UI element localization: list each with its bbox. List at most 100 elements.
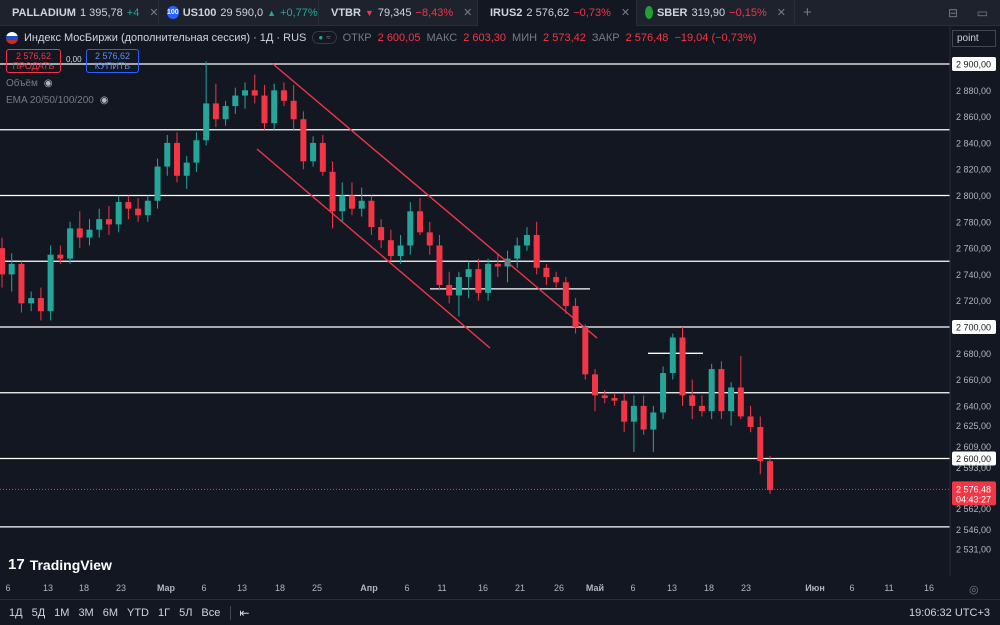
candle-body bbox=[533, 234, 540, 268]
tab-irus2[interactable]: IRUS2 2 576,62 −0,73% ✕ bbox=[478, 0, 637, 26]
candle-body bbox=[154, 166, 161, 201]
candle-body bbox=[135, 208, 142, 216]
close-icon[interactable]: ✕ bbox=[777, 6, 786, 19]
close-icon[interactable]: ✕ bbox=[463, 6, 472, 19]
candle-body bbox=[0, 248, 5, 275]
candle-body bbox=[407, 211, 414, 246]
candle-body bbox=[426, 232, 433, 246]
time-tick-label: 21 bbox=[515, 583, 525, 593]
settings-icon[interactable]: ◎ bbox=[969, 583, 979, 596]
close-icon[interactable]: ✕ bbox=[149, 6, 158, 19]
candle-body bbox=[96, 219, 103, 230]
tab-us100[interactable]: 100 US100 29 590,0 ▲ +0,77% ✕ bbox=[159, 0, 319, 26]
tab-change: −0,73% bbox=[573, 6, 611, 19]
range-1d[interactable]: 1Д bbox=[9, 607, 23, 619]
tab-sber[interactable]: SBER 319,90 −0,15% ✕ bbox=[637, 0, 795, 26]
range-all[interactable]: Все bbox=[201, 607, 220, 619]
tab-symbol: IRUS2 bbox=[490, 6, 523, 19]
candle-body bbox=[86, 229, 93, 238]
candle-body bbox=[378, 227, 385, 241]
candle-body bbox=[319, 142, 326, 172]
candle-body bbox=[57, 254, 64, 259]
range-3m[interactable]: 3М bbox=[78, 607, 93, 619]
layout-icon[interactable]: ⊟ bbox=[948, 6, 958, 20]
time-tick-label: 13 bbox=[667, 583, 677, 593]
candle-body bbox=[125, 202, 132, 209]
range-5y[interactable]: 5Л bbox=[179, 607, 192, 619]
range-6m[interactable]: 6М bbox=[103, 607, 118, 619]
close-icon[interactable]: ✕ bbox=[621, 6, 630, 19]
tab-vtbr[interactable]: VTBR ▼ 79,345 −8,43% ✕ bbox=[319, 0, 478, 26]
tab-symbol: SBER bbox=[656, 6, 688, 19]
time-tick-label: 6 bbox=[404, 583, 409, 593]
range-1m[interactable]: 1М bbox=[54, 607, 69, 619]
candle-body bbox=[348, 195, 355, 209]
time-tick-label: 11 bbox=[884, 583, 893, 593]
candle-body bbox=[261, 95, 268, 124]
time-tick-label: Апр bbox=[360, 583, 378, 593]
price-tick-label: 2 660,00 bbox=[956, 375, 991, 385]
ema-indicator[interactable]: EMA 20/50/100/200 ◉ bbox=[6, 95, 109, 106]
tab-change: −0,15% bbox=[729, 6, 767, 19]
tab-symbol: PALLADIUM bbox=[12, 6, 76, 19]
change-value: −19,04 (−0,73%) bbox=[674, 31, 757, 44]
price-tick-label: 2 546,00 bbox=[956, 525, 991, 535]
sell-label: ПРОДАТЬ bbox=[12, 61, 55, 71]
candle-body bbox=[37, 298, 44, 312]
sell-button[interactable]: 2 576,62 ПРОДАТЬ bbox=[6, 49, 61, 73]
range-ytd[interactable]: YTD bbox=[127, 607, 149, 619]
candle-body bbox=[485, 263, 492, 293]
session-status-icon[interactable]: ● ≈ bbox=[312, 31, 337, 44]
ema-label: EMA 20/50/100/200 bbox=[6, 95, 94, 106]
price-tick-label: 2 820,00 bbox=[956, 165, 991, 175]
calendar-icon[interactable]: ⇤ bbox=[239, 606, 249, 620]
candle-body bbox=[47, 254, 54, 312]
chart-title[interactable]: Индекс МосБиржи (дополнительная сессия) … bbox=[24, 32, 306, 44]
candle-body bbox=[212, 103, 219, 120]
add-tab-icon[interactable]: + bbox=[803, 4, 812, 21]
price-tick-label: 2 640,00 bbox=[956, 401, 991, 411]
price-tick-label: 2 593,00 bbox=[956, 463, 991, 473]
arrow-up-icon: ▲ bbox=[267, 7, 277, 18]
time-tick-label: 18 bbox=[275, 583, 285, 593]
candle-body bbox=[747, 416, 754, 427]
candle-body bbox=[514, 245, 521, 259]
candle-body bbox=[232, 95, 239, 107]
eye-icon[interactable]: ◉ bbox=[100, 95, 109, 106]
candle-body bbox=[300, 119, 307, 162]
tab-change: −8,43% bbox=[415, 6, 454, 19]
eye-icon[interactable]: ◉ bbox=[44, 78, 53, 89]
price-chart[interactable]: 2 900,00 2 880,00 2 860,00 2 840,00 2 820,00… bbox=[0, 26, 1000, 599]
time-tick-label: 16 bbox=[924, 583, 934, 593]
buy-button[interactable]: 2 576,62 КУПИТЬ bbox=[86, 49, 139, 73]
price-tick-label: 2 840,00 bbox=[956, 138, 991, 148]
tab-price: 2 576,62 bbox=[526, 6, 570, 19]
range-5d[interactable]: 5Д bbox=[32, 607, 46, 619]
point-input[interactable]: point bbox=[952, 30, 996, 47]
candle-body bbox=[562, 282, 569, 306]
volume-indicator[interactable]: Объём ◉ bbox=[6, 78, 53, 89]
range-1y[interactable]: 1Г bbox=[158, 607, 170, 619]
candle-body bbox=[494, 263, 501, 267]
time-tick-label: 23 bbox=[116, 583, 126, 593]
clock-time[interactable]: 19:06:32 UTC+3 bbox=[909, 607, 990, 619]
candle-body bbox=[67, 228, 74, 259]
tradingview-mark-icon: 17 bbox=[8, 556, 25, 573]
candle-body bbox=[640, 405, 647, 430]
tab-palladium[interactable]: PALLADIUM 1 395,78 +4 ✕ bbox=[0, 0, 159, 26]
candle-body bbox=[737, 387, 744, 417]
tab-price: 79,345 bbox=[377, 6, 412, 19]
tab-change: +0,77% bbox=[280, 6, 318, 19]
candle-body bbox=[660, 373, 667, 413]
chart-background bbox=[0, 26, 1000, 599]
time-tick-label: 6 bbox=[201, 583, 206, 593]
candle-body bbox=[339, 195, 346, 212]
price-tick-label: 2 880,00 bbox=[956, 86, 991, 96]
sell-price: 2 576,62 bbox=[15, 51, 52, 61]
tab-price: 1 395,78 bbox=[79, 6, 123, 19]
tab-price: 29 590,0 bbox=[220, 6, 264, 19]
candle-body bbox=[446, 284, 453, 296]
tradingview-logo: 17 TradingView bbox=[8, 556, 112, 573]
window-icon[interactable]: ▭ bbox=[977, 6, 988, 20]
candle-body bbox=[173, 142, 180, 176]
